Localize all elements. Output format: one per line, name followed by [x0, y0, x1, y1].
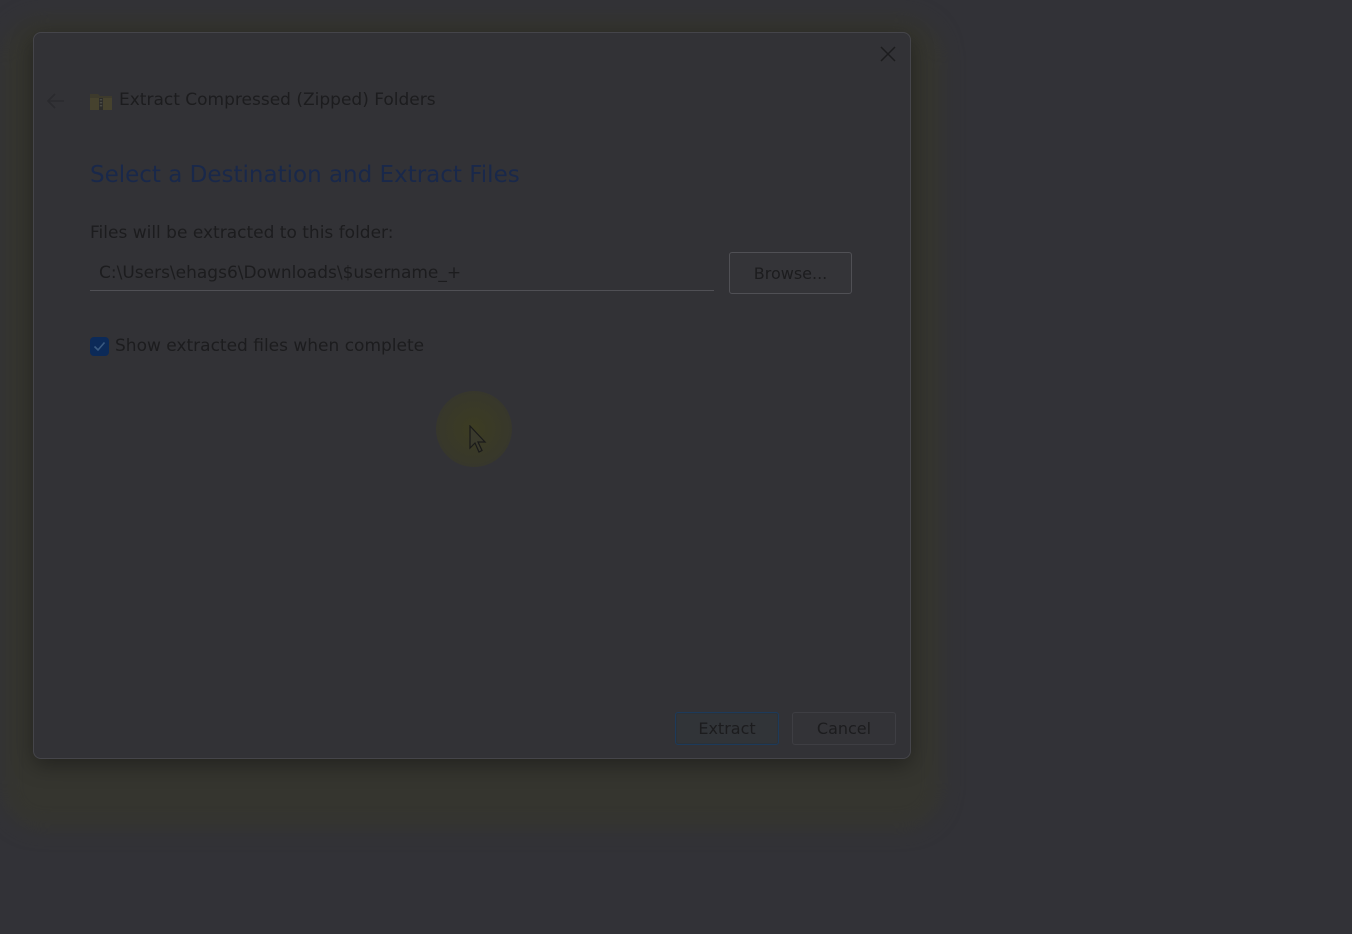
close-icon: [880, 46, 896, 62]
destination-label: Files will be extracted to this folder:: [90, 223, 394, 243]
close-button[interactable]: [873, 41, 903, 67]
zipped-folder-icon: [90, 94, 112, 110]
show-files-checkbox[interactable]: [90, 336, 109, 356]
extract-button[interactable]: Extract: [675, 712, 779, 745]
show-files-label: Show extracted files when complete: [115, 336, 425, 356]
dialog-title: Extract Compressed (Zipped) Folders: [119, 90, 436, 110]
back-arrow-icon: [46, 93, 64, 109]
destination-path-input[interactable]: [90, 255, 714, 291]
page-heading: Select a Destination and Extract Files: [90, 162, 520, 188]
checkmark-icon: [93, 341, 106, 351]
browse-button[interactable]: Browse...: [729, 252, 852, 294]
show-files-option[interactable]: Show extracted files when complete: [90, 334, 424, 358]
cancel-button[interactable]: Cancel: [792, 712, 896, 745]
back-button[interactable]: [44, 89, 68, 113]
mouse-pointer-icon: [469, 425, 487, 453]
